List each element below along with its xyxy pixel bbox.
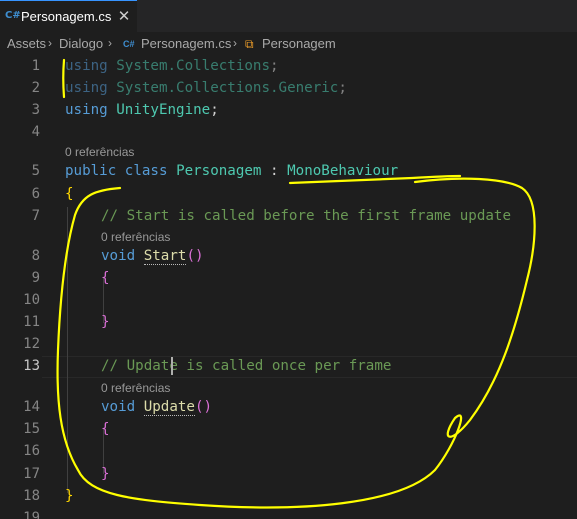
breadcrumb-item-assets[interactable]: Assets [7,36,46,51]
punctuation: ; [338,80,347,96]
codelens-references[interactable]: 0 referências [101,229,170,245]
line-number: 5 [31,163,40,179]
line-number: 16 [23,443,40,459]
chevron-right-icon: › [108,36,112,50]
line-number: 12 [23,336,40,352]
line-number: 10 [23,292,40,308]
line-number: 17 [23,466,40,482]
code-line-5[interactable]: public class Personagem : MonoBehaviour [65,161,398,181]
line-number-active: 13 [23,358,40,374]
code-line-7[interactable]: // Start is called before the first fram… [101,206,511,226]
keyword: using [65,80,108,96]
parens: () [194,399,213,415]
tab-personagem-cs[interactable]: C# Personagem.cs ✕ [0,0,137,32]
parens: () [186,248,204,264]
brace: { [65,186,74,202]
brace: } [65,488,74,504]
indent-guide [67,207,68,493]
line-number: 6 [31,186,40,202]
code-line-14[interactable]: void Update() [101,397,212,417]
codelens-references[interactable]: 0 referências [65,144,134,160]
code-line-13[interactable]: // Update is called once per frame [101,356,391,376]
keyword: using [65,102,108,118]
line-number: 8 [31,248,40,264]
class-symbol-icon: ⧉ [245,37,254,51]
code-line-1[interactable]: using System.Collections; [65,56,279,76]
keyword: public [65,163,117,179]
code-line-11[interactable]: } [101,312,110,332]
line-number: 19 [23,510,40,519]
punctuation: ; [270,58,279,74]
line-number: 9 [31,270,40,286]
csharp-file-icon: C# [5,10,21,21]
breadcrumb-item-class[interactable]: Personagem [262,36,336,51]
breadcrumb-item-file[interactable]: Personagem.cs [141,36,231,51]
keyword: using [65,58,108,74]
code-editor[interactable]: 1 2 3 4 5 6 7 8 9 10 11 12 13 14 15 16 1… [0,55,577,519]
breadcrumb: Assets › Dialogo › C# Personagem.cs › ⧉ … [0,33,577,55]
namespace: UnityEngine [116,102,211,118]
line-number: 14 [23,399,40,415]
code-line-2[interactable]: using System.Collections.Generic; [65,78,347,98]
code-line-8[interactable]: void Start() [101,246,204,266]
line-number: 15 [23,421,40,437]
keyword: void [101,399,136,415]
namespace: System.Collections [116,58,271,74]
namespace: System.Collections.Generic [116,80,339,96]
keyword: class [124,163,168,179]
punctuation: : [270,163,279,179]
code-line-18[interactable]: } [65,486,74,506]
codelens-references[interactable]: 0 referências [101,380,170,396]
comment: // Start is called before the first fram… [101,208,511,224]
close-icon[interactable]: ✕ [115,6,133,26]
brace: } [101,466,110,482]
brace: { [101,421,110,437]
breadcrumb-item-dialogo[interactable]: Dialogo [59,36,103,51]
code-line-3[interactable]: using UnityEngine; [65,100,219,120]
tab-bar: C# Personagem.cs ✕ [0,0,577,32]
tab-label: Personagem.cs [21,9,112,24]
class-name: Personagem [176,163,262,179]
code-line-9[interactable]: { [101,268,110,288]
code-line-17[interactable]: } [101,464,110,484]
comment: // Update is called once per frame [101,358,392,374]
line-number: 1 [31,58,40,74]
line-number: 7 [31,208,40,224]
line-number: 11 [23,314,40,330]
line-number: 3 [31,102,40,118]
csharp-file-icon: C# [123,39,135,49]
line-number: 2 [31,80,40,96]
code-line-15[interactable]: { [101,419,110,439]
chevron-right-icon: › [233,36,237,50]
punctuation: ; [210,102,219,118]
base-class-name: MonoBehaviour [287,163,399,179]
brace: } [101,314,110,330]
line-number: 18 [23,488,40,504]
brace: { [101,270,110,286]
chevron-right-icon: › [48,36,52,50]
method-name: Start [143,248,187,265]
code-line-6[interactable]: { [65,184,74,204]
line-number: 4 [31,124,40,140]
method-name: Update [143,399,195,416]
text-cursor [171,357,173,375]
keyword: void [101,248,136,264]
